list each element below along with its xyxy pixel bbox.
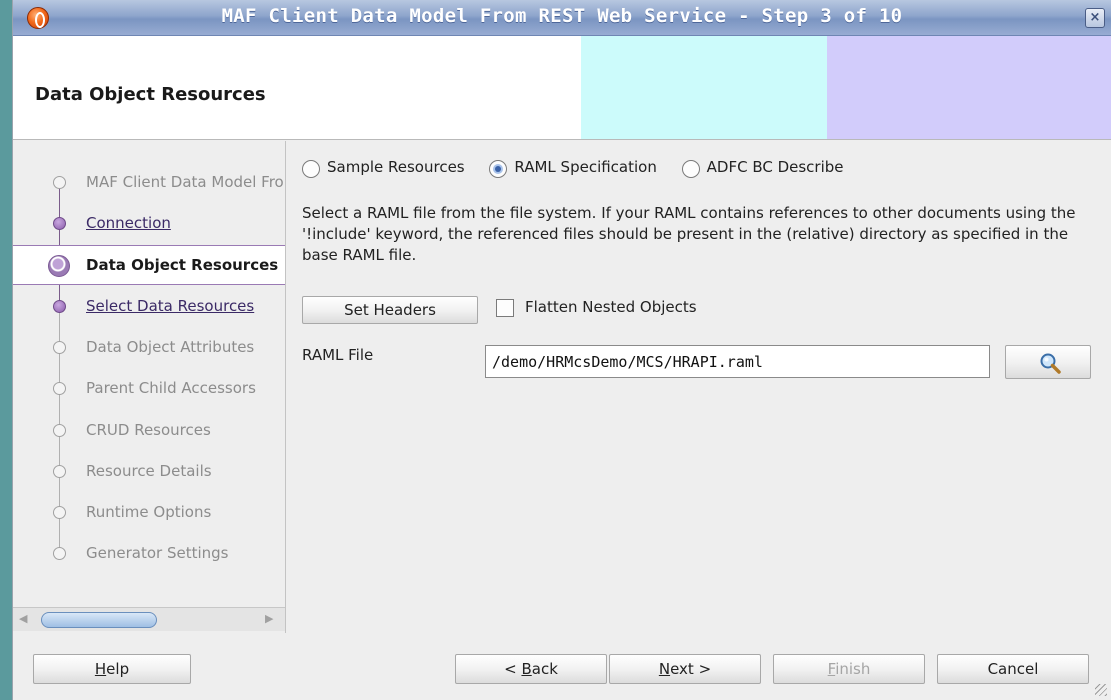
resize-grip-icon[interactable] xyxy=(1095,684,1107,696)
browse-raml-button[interactable] xyxy=(1005,345,1091,379)
next-mnemonic: N xyxy=(658,660,671,678)
help-button[interactable]: Help xyxy=(33,654,191,684)
step-label: MAF Client Data Model From REST Web Serv… xyxy=(86,173,285,191)
close-icon[interactable]: × xyxy=(1085,8,1105,28)
radio-raml-specification[interactable]: RAML Specification xyxy=(489,158,657,178)
step-label[interactable]: Connection xyxy=(86,214,171,232)
step-label: Parent Child Accessors xyxy=(86,379,256,397)
step-label: Resource Details xyxy=(86,462,212,480)
step-pending-icon xyxy=(53,465,66,478)
magnifier-icon xyxy=(1040,353,1061,374)
step-label[interactable]: Select Data Resources xyxy=(86,297,254,315)
step-label: CRUD Resources xyxy=(86,421,211,439)
flatten-nested-objects-label[interactable]: Flatten Nested Objects xyxy=(525,298,697,316)
help-mnemonic: H xyxy=(94,660,107,678)
step-pending-icon xyxy=(53,382,66,395)
source-type-radio-group: Sample Resources RAML Specification ADFC… xyxy=(302,158,864,182)
finish-button: Finish xyxy=(773,654,925,684)
next-button[interactable]: Next > xyxy=(609,654,761,684)
step-maf-client-data-model: MAF Client Data Model From REST Web Serv… xyxy=(13,163,285,203)
raml-file-label: RAML File xyxy=(302,346,374,364)
cancel-button[interactable]: Cancel xyxy=(937,654,1089,684)
step-label: Data Object Resources xyxy=(86,256,279,274)
title-bar[interactable]: MAF Client Data Model From REST Web Serv… xyxy=(13,0,1111,36)
wizard-window: MAF Client Data Model From REST Web Serv… xyxy=(12,0,1111,700)
raml-file-input[interactable] xyxy=(485,345,990,378)
step-pending-icon xyxy=(53,341,66,354)
step-pending-icon xyxy=(53,424,66,437)
scrollbar-thumb[interactable] xyxy=(41,612,157,628)
step-label: Data Object Attributes xyxy=(86,338,255,356)
scroll-left-icon[interactable]: ◀ xyxy=(19,612,27,625)
flatten-nested-objects-checkbox[interactable] xyxy=(496,299,514,317)
radio-sample-resources[interactable]: Sample Resources xyxy=(302,158,465,178)
back-mnemonic: B xyxy=(521,660,532,678)
wizard-header: Data Object Resources xyxy=(13,36,1111,140)
step-content: Sample Resources RAML Specification ADFC… xyxy=(302,141,1102,633)
header-decoration-lavender xyxy=(827,36,1111,139)
next-label: ext > xyxy=(670,660,712,678)
step-label: Runtime Options xyxy=(86,503,212,521)
radio-label[interactable]: RAML Specification xyxy=(514,158,656,176)
step-select-data-resources[interactable]: Select Data Resources xyxy=(13,287,285,327)
help-label: elp xyxy=(106,660,130,678)
step-pending-icon xyxy=(53,547,66,560)
step-generator-settings: Generator Settings xyxy=(13,534,285,574)
back-prefix: < xyxy=(504,660,522,678)
radio-label[interactable]: Sample Resources xyxy=(327,158,465,176)
radio-label[interactable]: ADFC BC Describe xyxy=(707,158,844,176)
back-label: ack xyxy=(531,660,558,678)
nav-horizontal-scrollbar[interactable]: ◀ ▶ xyxy=(13,607,285,631)
page-title: Data Object Resources xyxy=(35,84,266,105)
scroll-right-icon[interactable]: ▶ xyxy=(265,612,273,625)
window-title: MAF Client Data Model From REST Web Serv… xyxy=(221,5,903,27)
step-pending-icon xyxy=(53,176,66,189)
step-visited-icon xyxy=(53,300,66,313)
step-resource-details: Resource Details xyxy=(13,452,285,492)
step-pending-icon xyxy=(53,506,66,519)
step-visited-icon xyxy=(53,217,66,230)
step-parent-child-accessors: Parent Child Accessors xyxy=(13,369,285,409)
step-label: Generator Settings xyxy=(86,544,229,562)
step-current-icon xyxy=(48,255,70,277)
step-data-object-attributes: Data Object Attributes xyxy=(13,328,285,368)
instruction-text: Select a RAML file from the file system.… xyxy=(302,204,1076,264)
step-crud-resources: CRUD Resources xyxy=(13,411,285,451)
radio-circle[interactable] xyxy=(681,160,700,178)
radio-circle[interactable] xyxy=(489,160,508,178)
step-connection[interactable]: Connection xyxy=(13,204,285,244)
wizard-step-list: MAF Client Data Model From REST Web Serv… xyxy=(13,141,286,633)
step-data-object-resources: Data Object Resources xyxy=(13,245,285,285)
radio-circle[interactable] xyxy=(302,160,320,178)
finish-label: inish xyxy=(835,660,871,678)
header-decoration-cyan xyxy=(581,36,827,139)
back-button[interactable]: < Back xyxy=(455,654,607,684)
set-headers-button[interactable]: Set Headers xyxy=(302,296,478,324)
radio-adfc-bc-describe[interactable]: ADFC BC Describe xyxy=(681,158,844,178)
step-runtime-options: Runtime Options xyxy=(13,493,285,533)
